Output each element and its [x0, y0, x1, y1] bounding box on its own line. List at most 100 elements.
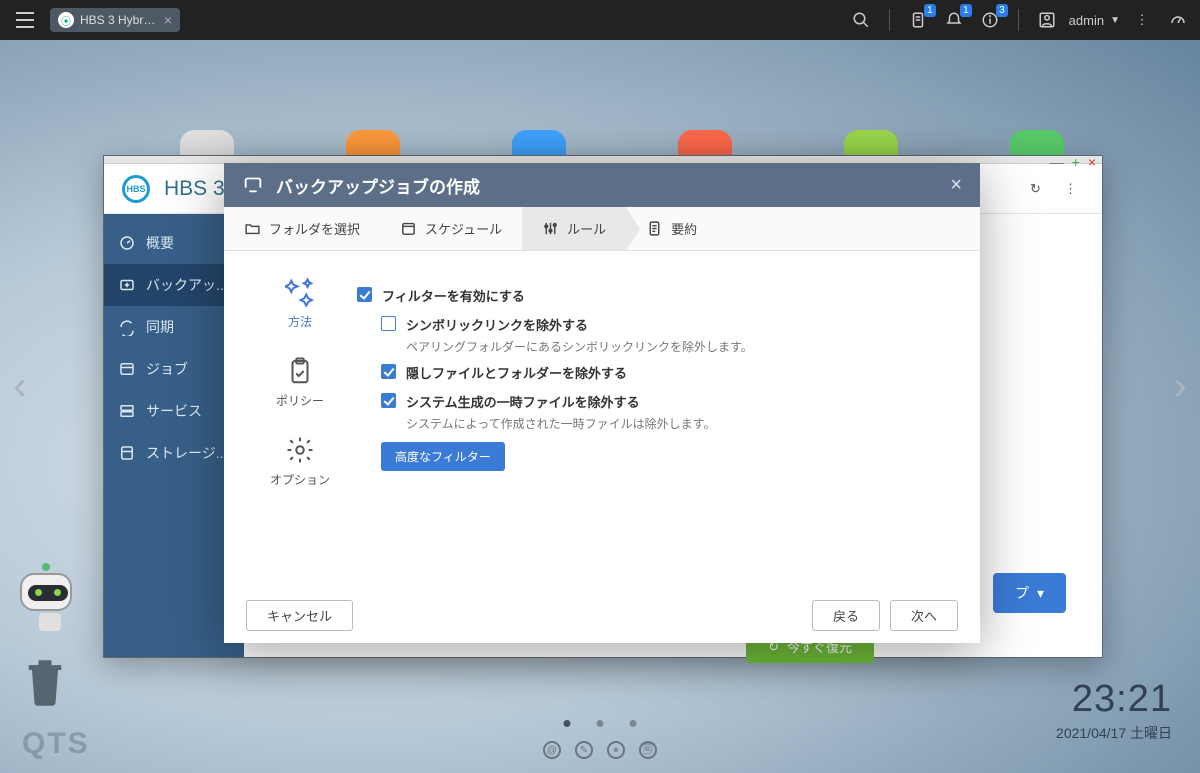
- notifications-button[interactable]: 1: [940, 6, 968, 34]
- wizard-steps: フォルダを選択 スケジュール ルール 要約: [224, 207, 980, 251]
- overflow-button[interactable]: ⋮: [1064, 181, 1084, 197]
- user-menu[interactable]: admin ▼: [1069, 13, 1120, 28]
- exclude-hidden-label: 隠しファイルとフォルダーを除外する: [406, 363, 627, 382]
- exclude-symlink-checkbox[interactable]: [381, 316, 396, 331]
- wizard-step-rules[interactable]: ルール: [522, 207, 626, 250]
- gauge-icon: [1169, 11, 1187, 29]
- badge: 1: [924, 4, 936, 17]
- shortcut-icon[interactable]: ✎: [575, 741, 593, 759]
- sidebar-item-job[interactable]: ジョブ: [104, 348, 244, 390]
- step-label: フォルダを選択: [269, 219, 360, 238]
- sidebar-item-overview[interactable]: 概要: [104, 222, 244, 264]
- step-label: ルール: [567, 219, 606, 238]
- search-icon: [852, 11, 870, 29]
- primary-action-button[interactable]: プ ▾: [993, 573, 1066, 613]
- user-icon: [1038, 11, 1056, 29]
- create-backup-job-dialog: バックアップジョブの作成 × フォルダを選択 スケジュール ルール 要約 方法 …: [224, 163, 980, 643]
- taskbar-tab[interactable]: ⦿ HBS 3 Hybrid B... ×: [50, 8, 180, 32]
- dialog-title: バックアップジョブの作成: [276, 173, 480, 198]
- advanced-filter-button[interactable]: 高度なフィルター: [381, 442, 505, 471]
- exclude-tmp-label: システム生成の一時ファイルを除外する: [406, 392, 640, 411]
- clipboard-icon: [285, 356, 315, 386]
- chevron-down-icon: ▼: [1110, 15, 1120, 26]
- next-page-button[interactable]: ›: [1156, 339, 1200, 435]
- sidebar-label: ジョブ: [146, 359, 188, 379]
- user-name: admin: [1069, 13, 1104, 28]
- page-dot[interactable]: [564, 720, 571, 727]
- enable-filter-checkbox[interactable]: [357, 287, 372, 302]
- tab-label: HBS 3 Hybrid B...: [80, 13, 158, 27]
- assistant-robot-icon[interactable]: [20, 573, 80, 643]
- step-label: 要約: [671, 219, 697, 238]
- wizard-step-schedule[interactable]: スケジュール: [380, 207, 522, 250]
- dashboard-shortcut-bar: @ ✎ ⏸ 🗐: [543, 741, 657, 759]
- info-button[interactable]: 3: [976, 6, 1004, 34]
- dialog-header: バックアップジョブの作成 ×: [224, 163, 980, 207]
- dialog-close-button[interactable]: ×: [950, 174, 962, 197]
- chevron-down-icon: ▾: [1037, 585, 1044, 602]
- button-label: プ: [1015, 583, 1029, 603]
- sidebar-item-storage[interactable]: ストレージ...: [104, 432, 244, 474]
- gear-icon: [285, 435, 315, 465]
- exclude-symlink-label: シンボリックリンクを除外する: [406, 315, 588, 334]
- sidebar-label: バックアッ...: [146, 275, 228, 295]
- back-button[interactable]: 戻る: [812, 600, 880, 631]
- hbs-sidebar: 概要 バックアッ... 同期 ジョブ サービス ストレージ...: [104, 214, 244, 657]
- menu-button[interactable]: [8, 3, 42, 37]
- search-button[interactable]: [847, 6, 875, 34]
- rule-category-tabs: 方法 ポリシー オプション: [250, 271, 350, 587]
- sidebar-item-service[interactable]: サービス: [104, 390, 244, 432]
- sparkle-icon: [285, 277, 315, 307]
- exclude-hidden-checkbox[interactable]: [381, 364, 396, 379]
- clock-time: 23:21: [1056, 678, 1172, 721]
- hbs-logo-icon: HBS: [122, 175, 150, 203]
- shortcut-icon[interactable]: ⏸: [607, 741, 625, 759]
- backup-icon: [242, 173, 264, 198]
- sidebar-label: ストレージ...: [146, 443, 227, 463]
- sidebar-label: 同期: [146, 317, 174, 337]
- hbs-title: HBS 3: [164, 177, 225, 201]
- qts-brand: QTS: [22, 727, 90, 761]
- window-minimize[interactable]: —: [1050, 154, 1064, 170]
- page-indicator: [564, 720, 637, 727]
- exclude-tmp-desc: システムによって作成された一時ファイルは除外します。: [357, 415, 943, 432]
- system-topbar: ⦿ HBS 3 Hybrid B... × 1 1 3 admin ▼ ⋮: [0, 0, 1200, 40]
- sidebar-item-sync[interactable]: 同期: [104, 306, 244, 348]
- clock-date: 2021/04/17 土曜日: [1056, 723, 1172, 743]
- user-avatar[interactable]: [1033, 6, 1061, 34]
- exclude-tmp-checkbox[interactable]: [381, 393, 396, 408]
- step-label: スケジュール: [425, 219, 502, 238]
- rules-panel: フィルターを有効にする シンボリックリンクを除外する ペアリングフォルダーにある…: [350, 271, 954, 587]
- enable-filter-label: フィルターを有効にする: [382, 286, 525, 305]
- badge: 1: [960, 4, 972, 17]
- recycle-bin[interactable]: [24, 657, 66, 709]
- hbs-icon: ⦿: [58, 12, 74, 28]
- dashboard-button[interactable]: [1164, 6, 1192, 34]
- window-close[interactable]: ×: [1088, 154, 1096, 170]
- tasks-button[interactable]: 1: [904, 6, 932, 34]
- rule-tab-policy[interactable]: ポリシー: [276, 356, 324, 409]
- cancel-button[interactable]: キャンセル: [246, 600, 353, 631]
- refresh-button[interactable]: ↻: [1030, 181, 1050, 197]
- sidebar-item-backup[interactable]: バックアッ...: [104, 264, 244, 306]
- sidebar-label: 概要: [146, 233, 174, 253]
- exclude-symlink-desc: ペアリングフォルダーにあるシンボリックリンクを除外します。: [357, 338, 943, 355]
- page-dot[interactable]: [597, 720, 604, 727]
- wizard-step-folder[interactable]: フォルダを選択: [224, 207, 380, 250]
- tab-label: ポリシー: [276, 392, 324, 409]
- close-icon[interactable]: ×: [164, 12, 172, 28]
- desktop-clock: 23:21 2021/04/17 土曜日: [1056, 678, 1172, 743]
- page-dot[interactable]: [630, 720, 637, 727]
- prev-page-button[interactable]: ‹: [0, 339, 44, 435]
- dialog-footer: キャンセル 戻る 次へ: [224, 587, 980, 643]
- more-button[interactable]: ⋮: [1128, 6, 1156, 34]
- tab-label: オプション: [270, 471, 330, 488]
- rule-tab-method[interactable]: 方法: [285, 277, 315, 330]
- tab-label: 方法: [288, 313, 312, 330]
- rule-tab-option[interactable]: オプション: [270, 435, 330, 488]
- shortcut-icon[interactable]: @: [543, 741, 561, 759]
- next-button[interactable]: 次へ: [890, 600, 958, 631]
- shortcut-icon[interactable]: 🗐: [639, 741, 657, 759]
- badge: 3: [996, 4, 1008, 17]
- window-maximize[interactable]: +: [1072, 154, 1080, 170]
